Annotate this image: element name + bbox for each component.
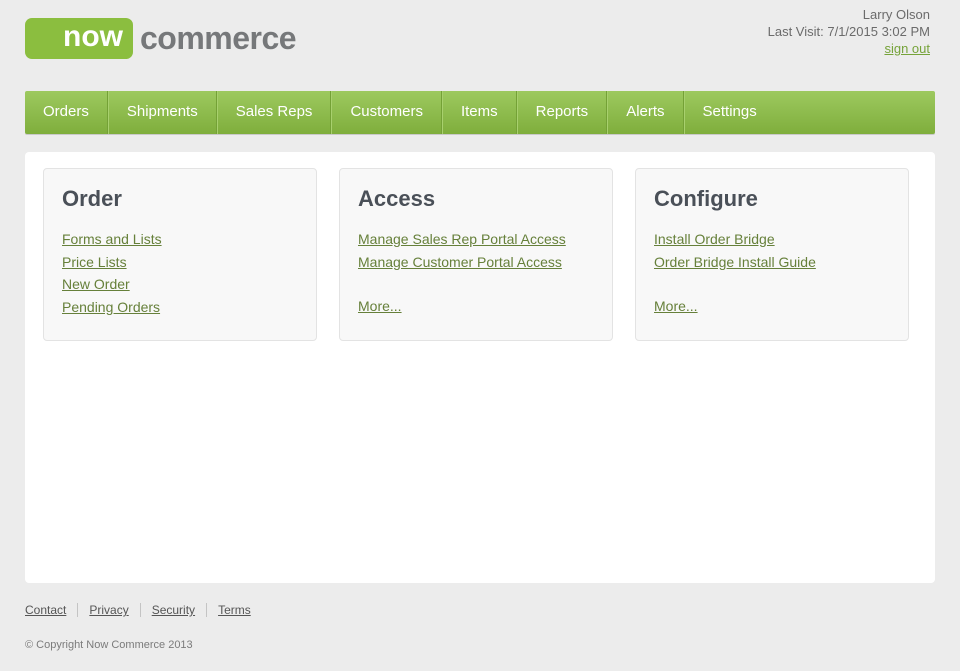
nav-item-alerts[interactable]: Alerts [607,91,683,134]
nav-item-sales-reps[interactable]: Sales Reps [217,91,332,134]
last-visit: Last Visit: 7/1/2015 3:02 PM [768,23,930,40]
nav-item-reports[interactable]: Reports [517,91,608,134]
card-configure: Configure Install Order Bridge Order Bri… [635,168,909,341]
footer: Contact Privacy Security Terms © Copyrig… [25,603,935,651]
access-more-link[interactable]: More... [358,295,402,318]
link-new-order[interactable]: New Order [62,273,130,296]
link-pending-orders[interactable]: Pending Orders [62,296,160,319]
sign-out-link[interactable]: sign out [884,41,930,56]
main-panel: Order Forms and Lists Price Lists New Or… [25,152,935,583]
card-access-title: Access [358,186,594,212]
footer-separator [206,603,207,617]
dashboard-cards: Order Forms and Lists Price Lists New Or… [43,168,917,341]
user-name: Larry Olson [768,6,930,23]
link-order-bridge-install-guide[interactable]: Order Bridge Install Guide [654,251,816,274]
footer-links: Contact Privacy Security Terms [25,603,935,617]
link-forms-and-lists[interactable]: Forms and Lists [62,228,162,251]
nav-item-shipments[interactable]: Shipments [108,91,217,134]
header: now commerce Larry Olson Last Visit: 7/1… [0,0,960,91]
footer-link-terms[interactable]: Terms [218,603,251,617]
footer-link-privacy[interactable]: Privacy [89,603,128,617]
card-order-links: Forms and Lists Price Lists New Order Pe… [62,228,298,318]
configure-more-link[interactable]: More... [654,295,698,318]
footer-link-security[interactable]: Security [152,603,195,617]
nav-item-items[interactable]: Items [442,91,517,134]
link-install-order-bridge[interactable]: Install Order Bridge [654,228,775,251]
page: now commerce Larry Olson Last Visit: 7/1… [0,0,960,671]
card-configure-title: Configure [654,186,890,212]
link-manage-customer-portal-access[interactable]: Manage Customer Portal Access [358,251,562,274]
nav-item-settings[interactable]: Settings [684,91,775,134]
card-order: Order Forms and Lists Price Lists New Or… [43,168,317,341]
nav-item-customers[interactable]: Customers [331,91,442,134]
nav-item-orders[interactable]: Orders [25,91,108,134]
link-price-lists[interactable]: Price Lists [62,251,127,274]
footer-separator [77,603,78,617]
logo-now-badge: now [25,18,133,59]
user-info: Larry Olson Last Visit: 7/1/2015 3:02 PM… [768,6,930,57]
card-access: Access Manage Sales Rep Portal Access Ma… [339,168,613,341]
card-access-links: Manage Sales Rep Portal Access Manage Cu… [358,228,594,273]
footer-separator [140,603,141,617]
logo-commerce-text: commerce [140,20,296,57]
card-configure-links: Install Order Bridge Order Bridge Instal… [654,228,890,273]
main-nav: Orders Shipments Sales Reps Customers It… [25,91,935,134]
card-order-title: Order [62,186,298,212]
now-commerce-logo: now commerce [25,18,296,59]
copyright-text: © Copyright Now Commerce 2013 [25,639,935,651]
footer-link-contact[interactable]: Contact [25,603,66,617]
link-manage-sales-rep-portal-access[interactable]: Manage Sales Rep Portal Access [358,228,566,251]
